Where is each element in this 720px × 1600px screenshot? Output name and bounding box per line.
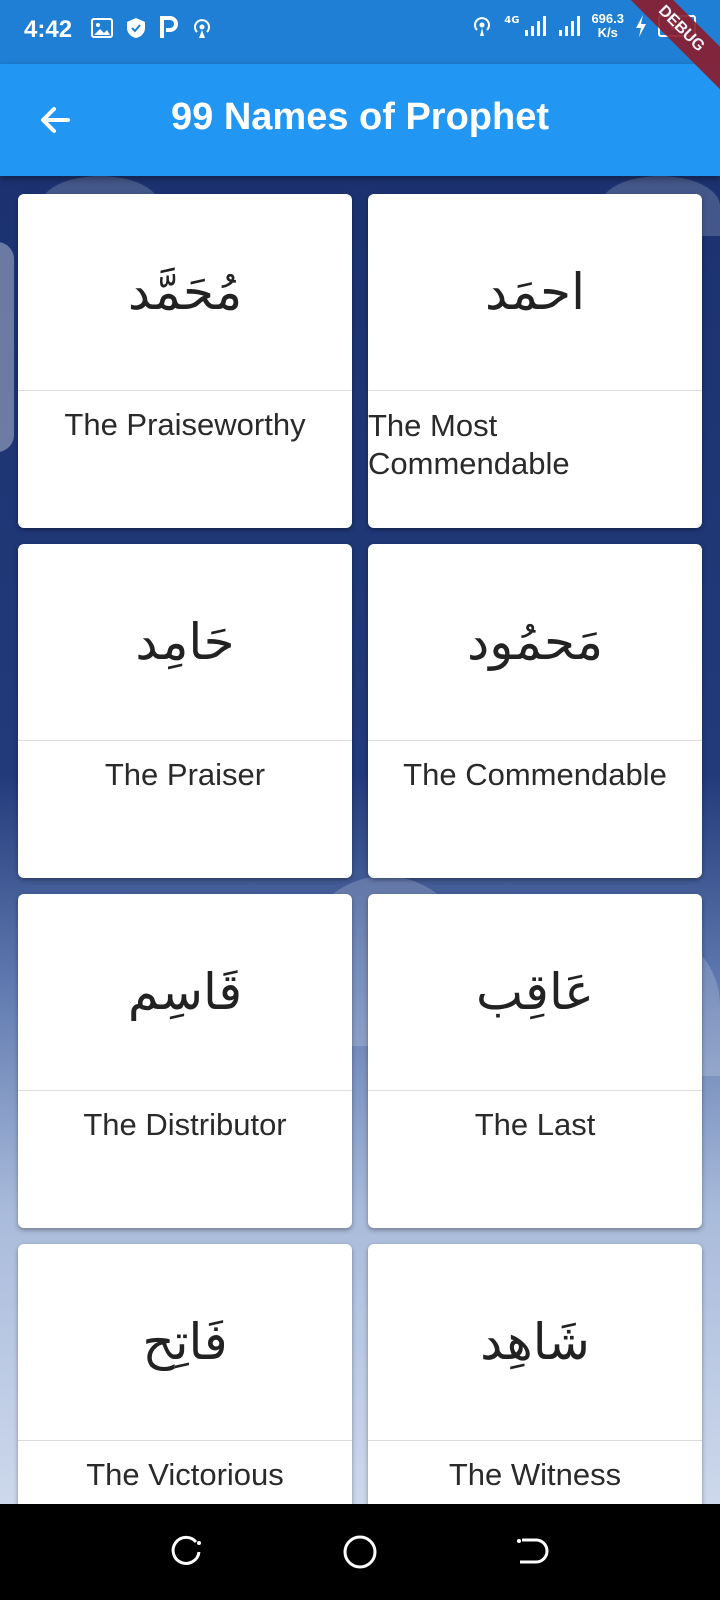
side-drawer-handle[interactable] xyxy=(0,242,14,452)
arabic-name: مَحمُود xyxy=(368,544,702,741)
page-title: 99 Names of Prophet xyxy=(171,96,549,138)
notification-icons xyxy=(90,16,214,40)
arabic-name: عَاقِب xyxy=(368,894,702,1091)
network-type: 4G xyxy=(504,14,520,26)
english-meaning: The Last xyxy=(474,1107,596,1142)
speed-unit: K/s xyxy=(597,25,618,40)
home-icon xyxy=(343,1535,377,1569)
name-card[interactable]: مَحمُود The Commendable xyxy=(368,544,702,878)
charging-icon xyxy=(636,15,646,37)
home-button[interactable] xyxy=(340,1532,380,1572)
name-card[interactable]: احمَد The Most Commendable xyxy=(368,194,702,528)
names-grid: مُحَمَّد The Praiseworthy احمَد The Most… xyxy=(18,194,702,1504)
english-meaning: The Praiser xyxy=(104,757,266,792)
hotspot-icon xyxy=(194,19,210,38)
recent-apps-icon xyxy=(171,1535,201,1565)
signal-icon xyxy=(559,16,581,36)
signal-icon xyxy=(525,16,547,36)
arabic-name: احمَد xyxy=(368,194,702,391)
english-meaning: The Commendable xyxy=(403,757,667,792)
arabic-name: حَامِد xyxy=(18,544,352,741)
english-meaning: The Distributor xyxy=(83,1107,287,1142)
english-meaning: The Praiseworthy xyxy=(64,407,306,442)
name-card[interactable]: عَاقِب The Last xyxy=(368,894,702,1228)
status-bar: 4:42 4G 696.3 K/s 66 xyxy=(0,0,720,64)
english-meaning: The Most Commendable xyxy=(368,408,570,481)
english-meaning: The Witness xyxy=(448,1457,622,1492)
app-bar: 99 Names of Prophet xyxy=(0,64,720,176)
recent-apps-button[interactable] xyxy=(166,1532,206,1572)
status-time: 4:42 xyxy=(24,16,73,43)
name-card[interactable]: شَاهِد The Witness xyxy=(368,1244,702,1504)
network-speed: 696.3 K/s xyxy=(591,12,624,40)
name-card[interactable]: فَاتِح The Victorious xyxy=(18,1244,352,1504)
name-card[interactable]: حَامِد The Praiser xyxy=(18,544,352,878)
english-meaning: The Victorious xyxy=(86,1457,284,1492)
name-card[interactable]: مُحَمَّد The Praiseworthy xyxy=(18,194,352,528)
nav-back-button[interactable] xyxy=(512,1532,552,1572)
gallery-icon xyxy=(91,18,113,38)
back-icon xyxy=(517,1538,549,1564)
names-list[interactable]: مُحَمَّد The Praiseworthy احمَد The Most… xyxy=(0,176,720,1504)
arabic-name: قَاسِم xyxy=(18,894,352,1091)
system-nav-bar xyxy=(0,1504,720,1600)
arabic-name: مُحَمَّد xyxy=(18,194,352,391)
hotspot-icon xyxy=(474,17,491,36)
arabic-name: شَاهِد xyxy=(368,1244,702,1441)
speed-value: 696.3 xyxy=(591,11,624,26)
arabic-name: فَاتِح xyxy=(18,1244,352,1441)
name-card[interactable]: قَاسِم The Distributor xyxy=(18,894,352,1228)
shield-check-icon xyxy=(127,18,145,38)
p-app-icon xyxy=(160,16,178,38)
